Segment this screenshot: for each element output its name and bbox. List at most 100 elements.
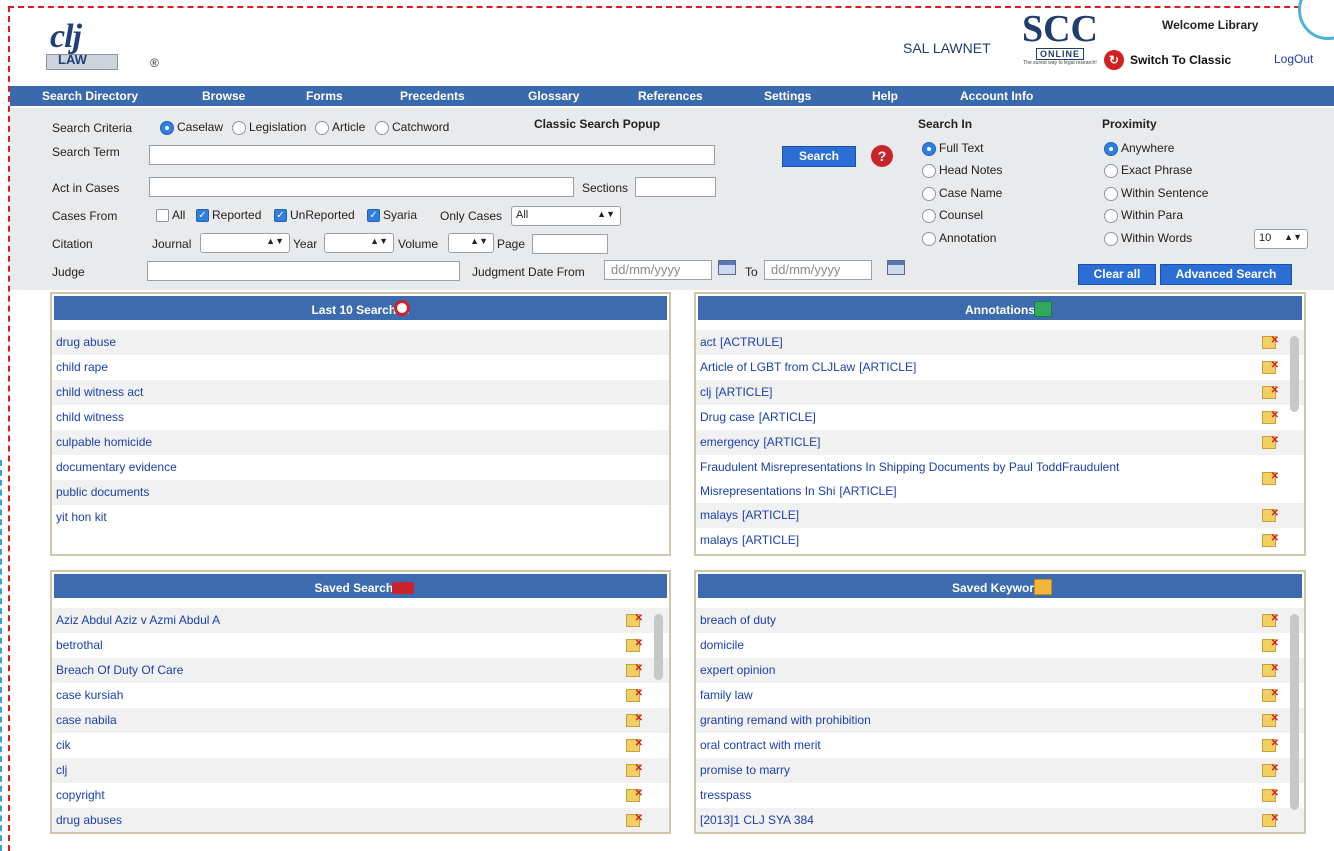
list-item[interactable]: case nabila — [52, 706, 669, 733]
list-item[interactable]: malays [ARTICLE] — [696, 501, 1304, 528]
nav-item-references[interactable]: References — [638, 89, 703, 103]
list-item[interactable]: oral contract with merit — [696, 731, 1304, 758]
search-in-counsel[interactable]: Counsel — [922, 208, 983, 223]
folder-delete-icon[interactable] — [1262, 428, 1279, 453]
folder-delete-icon[interactable] — [1262, 606, 1279, 631]
list-item[interactable]: case kursiah — [52, 681, 669, 708]
saved-keywords-scrollbar[interactable] — [1290, 614, 1299, 810]
folder-delete-icon[interactable] — [626, 806, 643, 831]
proximity-within-words[interactable]: Within Words — [1104, 231, 1192, 246]
folder-delete-icon[interactable] — [626, 681, 643, 706]
advanced-search-button[interactable]: Advanced Search — [1160, 264, 1292, 285]
list-item[interactable]: child rape — [52, 355, 669, 380]
list-item[interactable]: Fraudulent Misrepresentations In Shippin… — [696, 455, 1304, 503]
classic-search-popup-link[interactable]: Classic Search Popup — [534, 117, 660, 131]
folder-delete-icon[interactable] — [1262, 353, 1279, 378]
sal-lawnet-logo[interactable]: SAL LAWNET — [903, 40, 991, 56]
list-item[interactable]: child witness act — [52, 380, 669, 405]
nav-item-search-directory[interactable]: Search Directory — [42, 89, 138, 103]
list-item[interactable]: expert opinion — [696, 656, 1304, 683]
proximity-anywhere[interactable]: Anywhere — [1104, 141, 1174, 156]
radio-legislation[interactable]: Legislation — [232, 120, 306, 135]
folder-delete-icon[interactable] — [1262, 756, 1279, 781]
nav-item-account-info[interactable]: Account Info — [960, 89, 1033, 103]
only-cases-select[interactable]: All ▲▼ — [511, 206, 621, 226]
folder-delete-icon[interactable] — [626, 606, 643, 631]
search-term-input[interactable] — [149, 145, 715, 165]
list-item[interactable]: child witness — [52, 405, 669, 430]
saved-searches-scrollbar[interactable] — [654, 614, 663, 680]
cases-from-all[interactable]: All — [156, 208, 185, 223]
act-in-cases-input[interactable] — [149, 177, 574, 197]
search-button[interactable]: Search — [782, 146, 856, 167]
nav-item-help[interactable]: Help — [872, 89, 898, 103]
cases-from-unreported[interactable]: ✓ UnReported — [274, 208, 355, 223]
list-item[interactable]: family law — [696, 681, 1304, 708]
nav-item-precedents[interactable]: Precedents — [400, 89, 465, 103]
page-input[interactable] — [532, 234, 608, 254]
list-item[interactable]: Breach Of Duty Of Care — [52, 656, 669, 683]
list-item[interactable]: drug abuse — [52, 330, 669, 355]
folder-delete-icon[interactable] — [1262, 465, 1279, 489]
cases-from-reported[interactable]: ✓ Reported — [196, 208, 261, 223]
cases-from-syaria[interactable]: ✓ Syaria — [367, 208, 417, 223]
sections-input[interactable] — [635, 177, 716, 197]
folder-delete-icon[interactable] — [626, 756, 643, 781]
folder-delete-icon[interactable] — [1262, 526, 1279, 551]
clj-law-logo[interactable]: clj LAW ® — [46, 16, 159, 74]
proximity-within-sentence[interactable]: Within Sentence — [1104, 186, 1208, 201]
list-item[interactable]: documentary evidence — [52, 455, 669, 480]
list-item[interactable]: drug abuses — [52, 806, 669, 832]
proximity-exact-phrase[interactable]: Exact Phrase — [1104, 163, 1192, 178]
annotations-scrollbar[interactable] — [1290, 336, 1299, 412]
list-item[interactable]: public documents — [52, 480, 669, 505]
radio-catchword[interactable]: Catchword — [375, 120, 449, 135]
journal-select[interactable]: ▲▼ — [200, 233, 290, 253]
calendar-icon[interactable] — [718, 260, 736, 275]
search-in-case-name[interactable]: Case Name — [922, 186, 1002, 201]
proximity-within-para[interactable]: Within Para — [1104, 208, 1183, 223]
folder-delete-icon[interactable] — [1262, 403, 1279, 428]
date-to-input[interactable]: dd/mm/yyyy — [764, 260, 872, 280]
list-item[interactable]: cik — [52, 731, 669, 758]
date-from-input[interactable]: dd/mm/yyyy — [604, 260, 712, 280]
folder-delete-icon[interactable] — [626, 706, 643, 731]
list-item[interactable]: act [ACTRULE] — [696, 328, 1304, 355]
folder-delete-icon[interactable] — [1262, 631, 1279, 656]
folder-delete-icon[interactable] — [1262, 681, 1279, 706]
folder-delete-icon[interactable] — [1262, 731, 1279, 756]
list-item[interactable]: [2013]1 CLJ SYA 384 — [696, 806, 1304, 832]
radio-article[interactable]: Article — [315, 120, 365, 135]
clear-all-button[interactable]: Clear all — [1078, 264, 1156, 285]
list-item[interactable]: emergency [ARTICLE] — [696, 428, 1304, 455]
calendar-icon[interactable] — [887, 260, 905, 275]
list-item[interactable]: clj [ARTICLE] — [696, 378, 1304, 405]
list-item[interactable]: domicile — [696, 631, 1304, 658]
search-in-full-text[interactable]: Full Text — [922, 141, 983, 156]
list-item[interactable]: Aziz Abdul Aziz v Azmi Abdul A — [52, 606, 669, 633]
help-icon[interactable]: ? — [871, 145, 893, 167]
folder-delete-icon[interactable] — [1262, 806, 1279, 831]
list-item[interactable]: yit hon kit — [52, 505, 669, 530]
list-item[interactable]: culpable homicide — [52, 430, 669, 455]
search-in-head-notes[interactable]: Head Notes — [922, 163, 1002, 178]
folder-delete-icon[interactable] — [1262, 501, 1279, 526]
list-item[interactable]: clj — [52, 756, 669, 783]
folder-delete-icon[interactable] — [626, 781, 643, 806]
list-item[interactable]: tresspass — [696, 781, 1304, 808]
list-item[interactable]: Article of LGBT from CLJLaw [ARTICLE] — [696, 353, 1304, 380]
list-item[interactable]: Drug case [ARTICLE] — [696, 403, 1304, 430]
switch-to-classic-button[interactable]: ↻ Switch To Classic — [1104, 50, 1231, 70]
folder-delete-icon[interactable] — [626, 731, 643, 756]
list-item[interactable]: copyright — [52, 781, 669, 808]
list-item[interactable]: promise to marry — [696, 756, 1304, 783]
search-in-annotation[interactable]: Annotation — [922, 231, 996, 246]
folder-delete-icon[interactable] — [1262, 328, 1279, 353]
folder-delete-icon[interactable] — [1262, 656, 1279, 681]
nav-item-glossary[interactable]: Glossary — [528, 89, 579, 103]
nav-item-browse[interactable]: Browse — [202, 89, 245, 103]
folder-delete-icon[interactable] — [1262, 378, 1279, 403]
within-words-select[interactable]: 10 ▲▼ — [1254, 229, 1308, 249]
logout-link[interactable]: LogOut — [1274, 52, 1313, 66]
radio-caselaw[interactable]: Caselaw — [160, 120, 223, 135]
